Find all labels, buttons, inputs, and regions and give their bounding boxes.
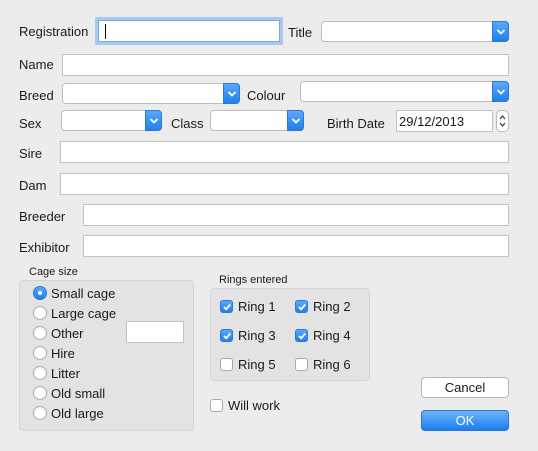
class-label: Class [171, 116, 204, 131]
radio-old-small[interactable]: Old small [33, 384, 105, 402]
radio-selected-icon [33, 286, 47, 300]
exhibitor-label: Exhibitor [19, 240, 70, 255]
birth-date-value: 29/12/2013 [399, 114, 465, 129]
chevron-down-icon [223, 83, 240, 104]
birth-date-label: Birth Date [327, 116, 385, 131]
checkbox-ring-1[interactable]: Ring 1 [220, 297, 276, 315]
other-size-input[interactable] [126, 321, 184, 343]
name-input[interactable] [62, 54, 509, 76]
checkbox-ring-3[interactable]: Ring 3 [220, 326, 276, 344]
breeder-input[interactable] [83, 204, 509, 226]
cage-size-title: Cage size [29, 266, 78, 278]
radio-icon [33, 366, 47, 380]
checkbox-icon [220, 357, 233, 371]
dam-input[interactable] [60, 173, 509, 195]
checkmark-icon [220, 299, 233, 313]
rings-entered-title: Rings entered [219, 274, 288, 286]
stepper-arrows-icon [499, 115, 506, 127]
ok-button[interactable]: OK [421, 410, 509, 431]
birth-date-stepper[interactable] [496, 110, 509, 132]
birth-date-field[interactable]: 29/12/2013 [396, 110, 493, 132]
sire-input[interactable] [60, 141, 509, 163]
checkbox-ring-5[interactable]: Ring 5 [220, 355, 276, 373]
colour-select[interactable] [300, 81, 509, 102]
checkbox-ring-6[interactable]: Ring 6 [295, 355, 351, 373]
exhibitor-input[interactable] [83, 235, 509, 257]
title-label: Title [288, 25, 313, 40]
checkbox-ring-4[interactable]: Ring 4 [295, 326, 351, 344]
radio-icon [33, 306, 47, 320]
breed-select[interactable] [62, 83, 240, 104]
sex-label: Sex [19, 116, 42, 131]
radio-litter[interactable]: Litter [33, 364, 80, 382]
checkbox-will-work[interactable]: Will work [210, 396, 280, 414]
radio-old-large[interactable]: Old large [33, 404, 104, 422]
radio-hire[interactable]: Hire [33, 344, 75, 362]
cancel-button[interactable]: Cancel [421, 377, 509, 398]
breeder-label: Breeder [19, 209, 66, 224]
class-select[interactable] [210, 110, 304, 131]
registration-label: Registration [19, 24, 89, 39]
checkmark-icon [220, 328, 233, 342]
chevron-down-icon [287, 110, 304, 131]
radio-large-cage[interactable]: Large cage [33, 304, 116, 322]
checkbox-icon [295, 357, 308, 371]
checkmark-icon [295, 328, 308, 342]
registration-input[interactable] [98, 20, 280, 42]
checkbox-icon [210, 398, 223, 412]
checkbox-ring-2[interactable]: Ring 2 [295, 297, 351, 315]
radio-other[interactable]: Other [33, 324, 84, 342]
title-select[interactable] [321, 21, 509, 42]
name-label: Name [19, 57, 54, 72]
dam-label: Dam [19, 178, 47, 193]
text-caret [105, 24, 106, 39]
chevron-down-icon [145, 110, 162, 131]
breed-label: Breed [19, 88, 54, 103]
colour-label: Colour [247, 88, 286, 103]
radio-icon [33, 386, 47, 400]
radio-icon [33, 346, 47, 360]
sire-label: Sire [19, 146, 43, 161]
chevron-down-icon [492, 21, 509, 42]
sex-select[interactable] [61, 110, 162, 131]
radio-icon [33, 406, 47, 420]
checkmark-icon [295, 299, 308, 313]
chevron-down-icon [492, 81, 509, 102]
radio-small-cage[interactable]: Small cage [33, 284, 115, 302]
radio-icon [33, 326, 47, 340]
